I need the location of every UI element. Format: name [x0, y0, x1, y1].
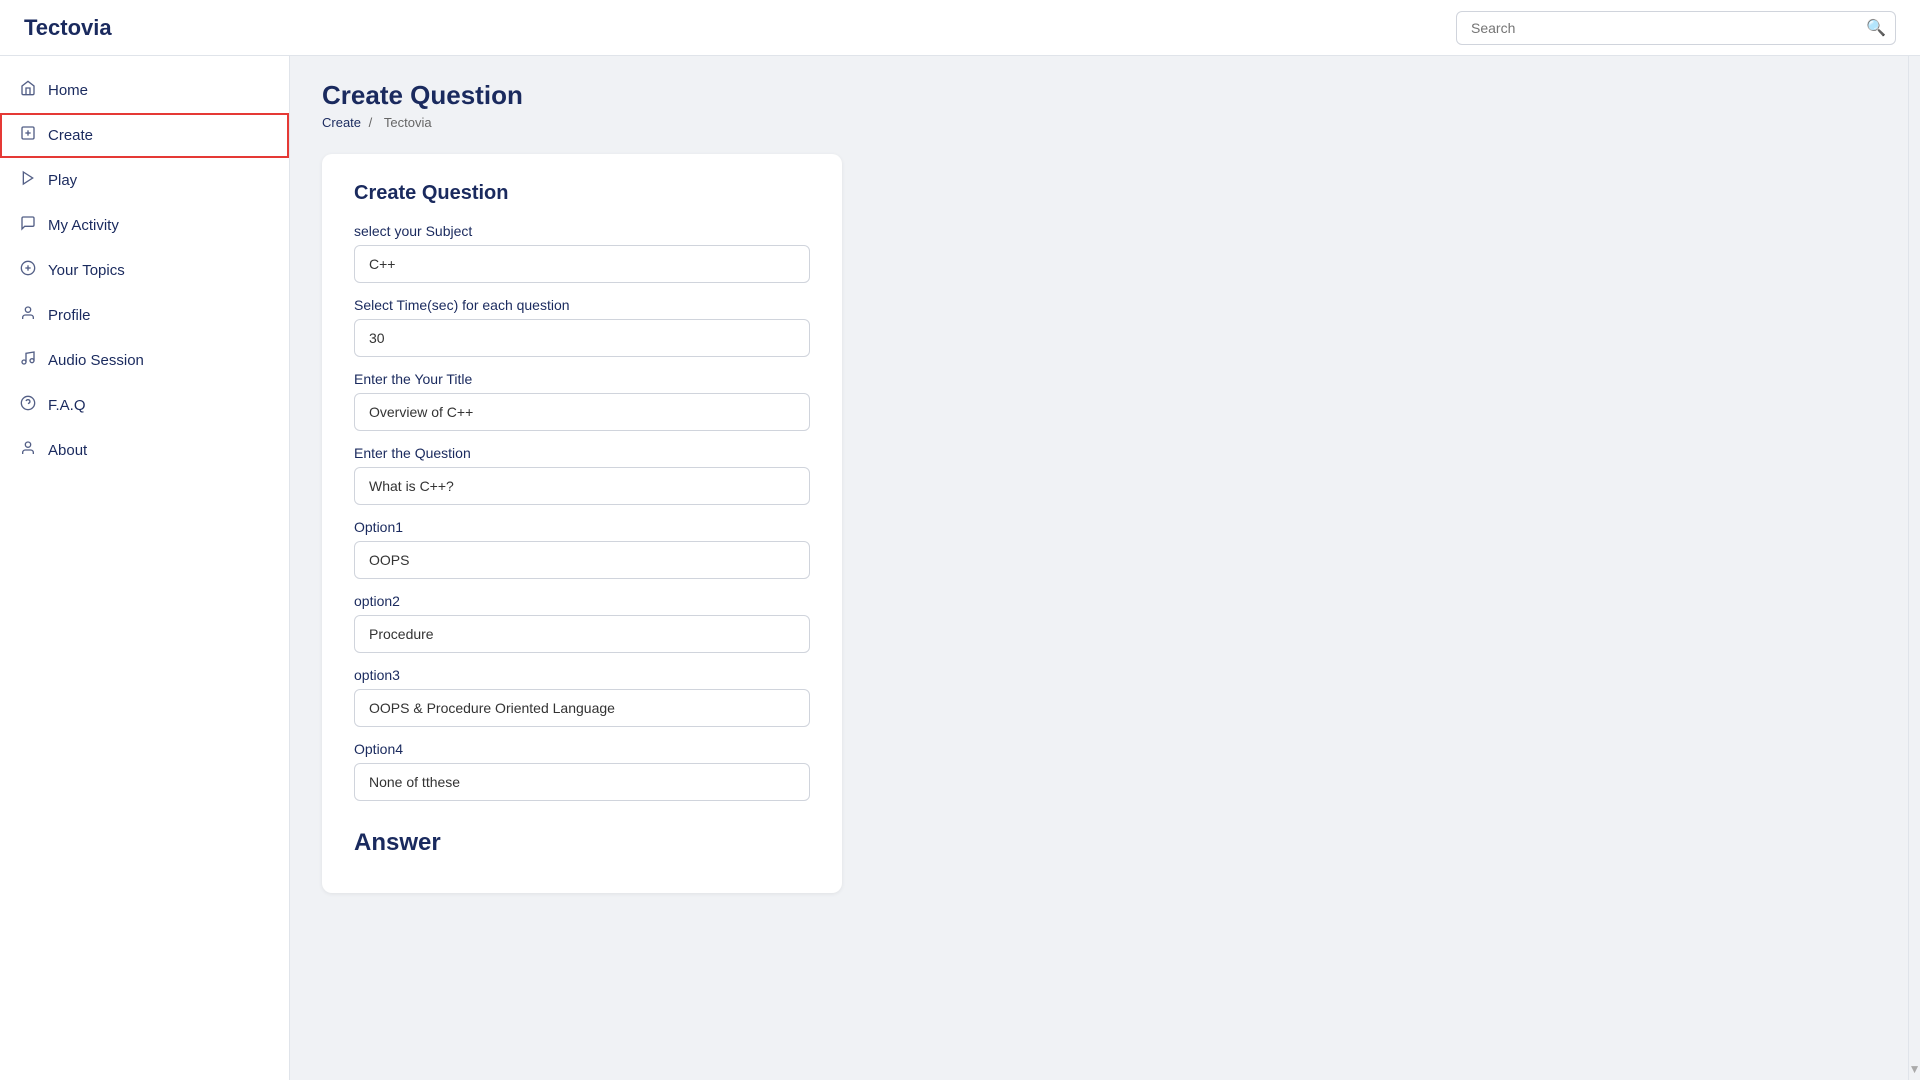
header: Tectovia 🔍 [0, 0, 1920, 56]
sidebar-item-profile-label: Profile [48, 307, 91, 324]
sidebar-item-my-activity-label: My Activity [48, 217, 119, 234]
card-title: Create Question [354, 182, 810, 205]
sidebar-item-home-label: Home [48, 82, 88, 99]
time-input[interactable] [354, 319, 810, 357]
answer-title: Answer [354, 829, 810, 857]
layout: Home Create Play My Activity Your Topics [0, 56, 1920, 1080]
sidebar-item-play-label: Play [48, 172, 77, 189]
profile-icon [20, 305, 36, 326]
create-question-card: Create Question select your Subject Sele… [322, 154, 842, 893]
option4-label: Option4 [354, 741, 810, 757]
about-icon [20, 440, 36, 461]
activity-icon [20, 215, 36, 236]
sidebar-item-my-activity[interactable]: My Activity [0, 203, 289, 248]
sidebar-item-create-label: Create [48, 127, 93, 144]
option3-input[interactable] [354, 689, 810, 727]
sidebar-item-about-label: About [48, 442, 87, 459]
sidebar-item-play[interactable]: Play [0, 158, 289, 203]
search-icon: 🔍 [1866, 18, 1886, 38]
scroll-hint: ▼ [1908, 56, 1920, 1080]
option1-input[interactable] [354, 541, 810, 579]
time-label: Select Time(sec) for each question [354, 297, 810, 313]
sidebar-item-your-topics[interactable]: Your Topics [0, 248, 289, 293]
sidebar-item-about[interactable]: About [0, 428, 289, 473]
breadcrumb: Create / Tectovia [322, 115, 1876, 130]
question-input[interactable] [354, 467, 810, 505]
sidebar-item-your-topics-label: Your Topics [48, 262, 125, 279]
audio-icon [20, 350, 36, 371]
sidebar-item-home[interactable]: Home [0, 68, 289, 113]
question-label: Enter the Question [354, 445, 810, 461]
sidebar-item-faq[interactable]: F.A.Q [0, 383, 289, 428]
breadcrumb-create[interactable]: Create [322, 115, 361, 130]
scroll-arrow-icon: ▼ [1909, 1062, 1920, 1076]
sidebar-item-audio-label: Audio Session [48, 352, 144, 369]
sidebar: Home Create Play My Activity Your Topics [0, 56, 290, 1080]
option2-label: option2 [354, 593, 810, 609]
home-icon [20, 80, 36, 101]
search-wrapper: 🔍 [1456, 11, 1896, 45]
sidebar-item-profile[interactable]: Profile [0, 293, 289, 338]
faq-icon [20, 395, 36, 416]
title-label: Enter the Your Title [354, 371, 810, 387]
subject-input[interactable] [354, 245, 810, 283]
sidebar-item-faq-label: F.A.Q [48, 397, 86, 414]
topics-icon [20, 260, 36, 281]
create-icon [20, 125, 36, 146]
play-icon [20, 170, 36, 191]
option4-input[interactable] [354, 763, 810, 801]
option1-label: Option1 [354, 519, 810, 535]
search-input[interactable] [1456, 11, 1896, 45]
logo: Tectovia [24, 15, 314, 41]
main-content: Create Question Create / Tectovia Create… [290, 56, 1908, 1080]
page-title: Create Question [322, 80, 1876, 111]
sidebar-item-audio-session[interactable]: Audio Session [0, 338, 289, 383]
breadcrumb-separator: / [369, 115, 373, 130]
option3-label: option3 [354, 667, 810, 683]
sidebar-item-create[interactable]: Create [0, 113, 289, 158]
subject-label: select your Subject [354, 223, 810, 239]
breadcrumb-tectovia: Tectovia [384, 115, 432, 130]
option2-input[interactable] [354, 615, 810, 653]
title-input[interactable] [354, 393, 810, 431]
